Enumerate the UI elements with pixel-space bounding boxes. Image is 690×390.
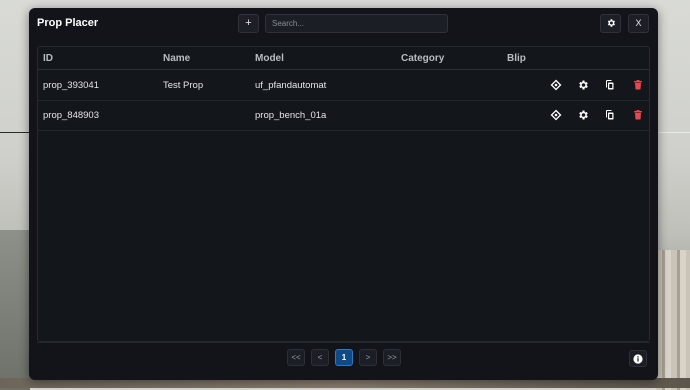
- edit-settings-button[interactable]: [577, 109, 589, 121]
- locate-icon: [550, 109, 562, 121]
- current-page-button[interactable]: 1: [335, 349, 353, 366]
- close-button[interactable]: X: [628, 14, 649, 33]
- column-header-category: Category: [401, 53, 445, 64]
- column-header-blip: Blip: [507, 53, 526, 64]
- search-input[interactable]: [265, 14, 448, 33]
- prop-model: prop_bench_01a: [255, 110, 327, 121]
- copy-button[interactable]: [604, 79, 616, 91]
- prop-placer-window: Prop Placer + X ID Name Model Category B…: [29, 8, 658, 380]
- prev-page-button[interactable]: <: [311, 349, 329, 366]
- column-header-id: ID: [43, 53, 53, 64]
- props-table: ID Name Model Category Blip prop_393041 …: [37, 46, 650, 342]
- last-page-button[interactable]: >>: [383, 349, 401, 366]
- background-buildings: [656, 250, 690, 390]
- trash-icon: [634, 80, 642, 90]
- first-page-button[interactable]: <<: [287, 349, 305, 366]
- delete-button[interactable]: [632, 109, 644, 121]
- window-title: Prop Placer: [37, 17, 99, 29]
- column-header-name: Name: [163, 53, 191, 64]
- info-button[interactable]: [629, 350, 647, 367]
- copy-button[interactable]: [604, 109, 616, 121]
- settings-button[interactable]: [600, 14, 621, 33]
- copy-icon: [606, 110, 614, 120]
- locate-button[interactable]: [550, 109, 562, 121]
- table-row: prop_393041 Test Prop uf_pfandautomat: [38, 70, 649, 101]
- gear-icon: [579, 110, 588, 120]
- column-header-model: Model: [255, 53, 284, 64]
- next-page-button[interactable]: >: [359, 349, 377, 366]
- prop-model: uf_pfandautomat: [255, 80, 327, 91]
- copy-icon: [606, 80, 614, 90]
- edit-settings-button[interactable]: [577, 79, 589, 91]
- prop-id: prop_393041: [43, 80, 99, 91]
- delete-button[interactable]: [632, 79, 644, 91]
- background-hill: [0, 230, 30, 390]
- locate-icon: [550, 79, 562, 91]
- table-row: prop_848903 prop_bench_01a: [38, 100, 649, 131]
- gear-icon: [607, 19, 615, 28]
- pagination-bar: << < 1 > >>: [37, 342, 650, 377]
- window-header: Prop Placer + X: [29, 8, 658, 38]
- table-header: ID Name Model Category Blip: [38, 47, 649, 70]
- row-actions: [548, 70, 648, 100]
- info-icon: [633, 354, 643, 364]
- prop-id: prop_848903: [43, 110, 99, 121]
- gear-icon: [579, 80, 588, 90]
- prop-name: Test Prop: [163, 80, 204, 91]
- trash-icon: [634, 110, 642, 120]
- background-line: [0, 132, 30, 133]
- locate-button[interactable]: [550, 79, 562, 91]
- row-actions: [548, 100, 648, 130]
- add-prop-button[interactable]: +: [238, 14, 259, 33]
